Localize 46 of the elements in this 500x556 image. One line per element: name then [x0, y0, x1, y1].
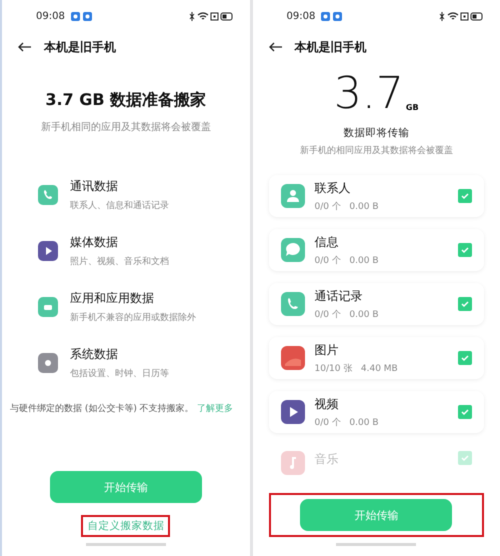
item-name: 视频 — [314, 396, 340, 412]
category-name: 应用和应用数据 — [70, 290, 155, 307]
subtitle: 新手机相同的应用及其数据将会被覆盖 — [40, 120, 212, 134]
data-item-card[interactable]: 视频 0/0 个 0.00 B — [268, 391, 484, 433]
data-size: 3.7 — [334, 72, 404, 116]
page-title: 本机是旧手机 — [294, 38, 366, 56]
item-count: 0/0 个 0.00 B — [314, 416, 380, 428]
subtitle: 新手机的相同应用及其数据将会被覆盖 — [298, 144, 454, 157]
back-icon[interactable] — [18, 42, 32, 52]
checkbox[interactable] — [458, 351, 472, 365]
item-count: 0/0 个 0.00 B — [314, 308, 380, 320]
category-description: 新手机不兼容的应用或数据除外 — [70, 312, 196, 324]
status-icons — [438, 12, 484, 20]
checkbox[interactable] — [458, 243, 472, 257]
category-description: 包括设置、时钟、日历等 — [70, 368, 169, 380]
size-unit: GB — [406, 103, 419, 112]
item-name: 信息 — [314, 234, 340, 250]
category-description: 照片、视频、音乐和文档 — [70, 256, 169, 268]
data-item-card[interactable]: 通话记录 0/0 个 0.00 B — [268, 283, 484, 325]
heading: 数据即将传输 — [342, 126, 410, 140]
category-name: 通讯数据 — [70, 178, 119, 195]
data-item-card[interactable]: 信息 0/0 个 0.00 B — [268, 229, 484, 271]
notification-icons — [70, 12, 93, 20]
item-name: 音乐 — [314, 451, 340, 468]
status-time: 09:08 — [286, 10, 316, 22]
category-description: 联系人、信息和通话记录 — [70, 200, 169, 212]
item-count: 10/10 张 4.40 MB — [314, 362, 399, 374]
status-icons — [188, 12, 234, 20]
category-name: 系统数据 — [70, 346, 119, 363]
data-item-card[interactable]: 图片 10/10 张 4.40 MB — [268, 337, 484, 379]
category-name: 媒体数据 — [70, 234, 119, 251]
item-name: 联系人 — [314, 180, 352, 196]
checkbox[interactable] — [458, 189, 472, 203]
back-icon[interactable] — [268, 42, 282, 52]
item-name: 通话记录 — [314, 288, 364, 304]
checkbox[interactable] — [458, 405, 472, 419]
notification-icons — [321, 12, 344, 20]
item-count: 0/0 个 0.00 B — [314, 254, 380, 266]
heading: 3.7 GB 数据准备搬家 — [44, 90, 208, 111]
notice-text: 与硬件绑定的数据 (如公交卡等) 不支持搬家。 — [10, 404, 194, 414]
item-count: 0/0 个 0.00 B — [314, 200, 380, 212]
page-title: 本机是旧手机 — [44, 38, 116, 56]
data-item-card[interactable]: 联系人 0/0 个 0.00 B — [268, 175, 484, 217]
status-time: 09:08 — [36, 10, 65, 22]
item-name: 图片 — [314, 342, 340, 358]
checkbox[interactable] — [458, 297, 472, 311]
